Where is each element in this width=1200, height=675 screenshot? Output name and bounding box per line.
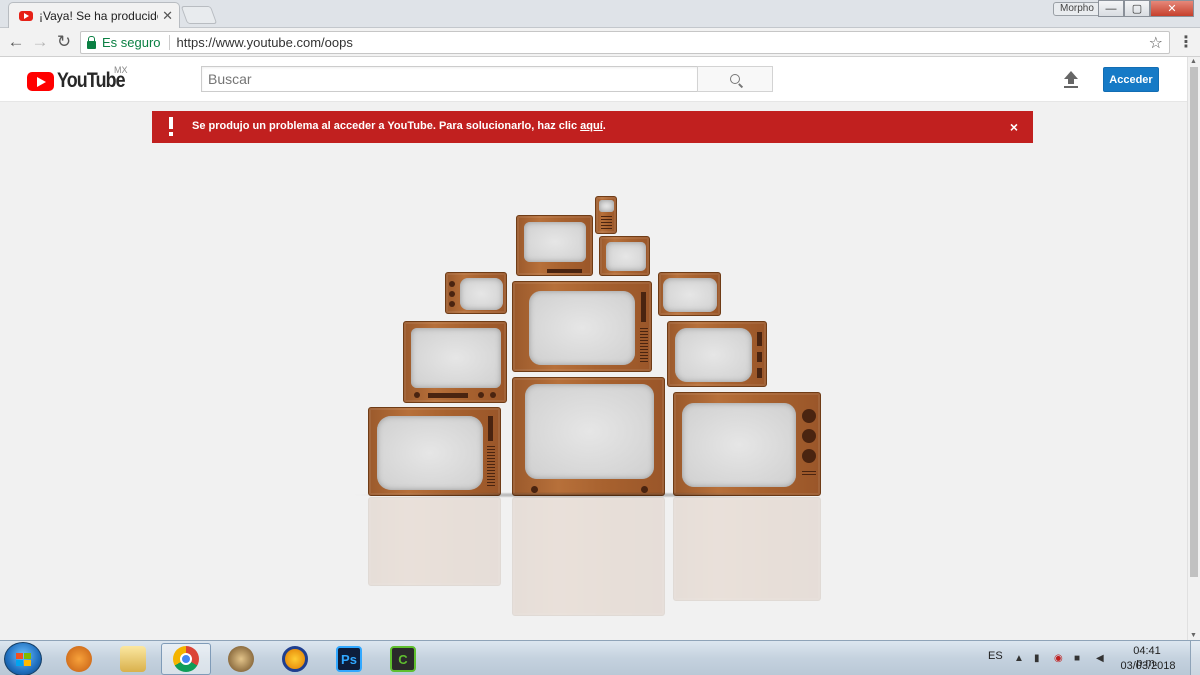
system-tray: ES ▲ ▮ ◉ ■ ◀ 04:41 p.m. 03/03/2018 <box>980 641 1200 675</box>
lock-icon <box>87 35 96 49</box>
tab-title: ¡Vaya! Se ha producido un error <box>39 8 158 23</box>
show-hidden-icons-icon[interactable]: ▲ <box>1014 653 1026 665</box>
page-scrollbar[interactable]: ▲ ▼ <box>1187 57 1200 640</box>
tv-set <box>403 321 507 403</box>
url-text[interactable]: https://www.youtube.com/oops <box>177 35 353 50</box>
tv-set <box>512 377 665 496</box>
file-explorer-icon <box>120 646 146 672</box>
volume-icon[interactable]: ◀ <box>1096 653 1108 665</box>
bookmark-star-icon[interactable]: ☆ <box>1149 33 1163 53</box>
scroll-up-icon[interactable]: ▲ <box>1190 58 1197 65</box>
new-tab-button[interactable] <box>180 6 218 24</box>
chrome-icon <box>173 646 199 672</box>
browser-menu-icon[interactable]: ⋮ <box>1178 32 1194 52</box>
search-input[interactable] <box>201 66 698 92</box>
youtube-favicon-icon <box>19 10 33 21</box>
secure-label: Es seguro <box>102 35 170 50</box>
tv-set <box>658 272 721 316</box>
error-banner: Se produjo un problema al acceder a YouT… <box>152 111 1033 143</box>
youtube-logo[interactable]: YouTube MX <box>27 65 137 93</box>
address-bar[interactable]: Es seguro https://www.youtube.com/oops ☆ <box>80 31 1170 54</box>
taskbar-photoshop[interactable]: Ps <box>324 643 374 675</box>
headphones-app-icon <box>282 646 308 672</box>
tv-set <box>667 321 767 387</box>
back-icon[interactable]: ← <box>6 32 26 52</box>
tv-set <box>673 392 821 496</box>
tv-set <box>445 272 507 314</box>
clock-date[interactable]: 03/03/2018 <box>1120 660 1176 672</box>
windows-taskbar: Ps C ES ▲ ▮ ◉ ■ ◀ 04:41 p.m. 03/03/2018 <box>0 640 1200 675</box>
show-desktop-button[interactable] <box>1190 641 1200 675</box>
youtube-play-icon <box>27 71 54 91</box>
search-icon <box>730 74 740 84</box>
signin-button[interactable]: Acceder <box>1103 67 1159 92</box>
scroll-thumb[interactable] <box>1190 67 1198 577</box>
screen: ¡Vaya! Se ha producido un error ✕ Morpho… <box>0 0 1200 675</box>
upload-icon[interactable] <box>1063 71 1079 89</box>
taskbar-vlc[interactable] <box>54 643 104 675</box>
exclamation-icon <box>168 117 174 137</box>
tv-set <box>516 215 593 276</box>
browser-tab-strip: ¡Vaya! Se ha producido un error ✕ Morpho… <box>0 0 1200 28</box>
window-controls: — ▢ ✕ <box>1098 0 1194 17</box>
taskbar-audio-app[interactable] <box>270 643 320 675</box>
taskbar-file-explorer[interactable] <box>108 643 158 675</box>
reload-icon[interactable]: ↻ <box>54 32 74 52</box>
photoshop-icon: Ps <box>336 646 362 672</box>
start-button[interactable] <box>4 642 42 675</box>
vlc-icon <box>66 646 92 672</box>
profile-button[interactable]: Morpho <box>1053 2 1101 16</box>
antivirus-icon[interactable]: ◉ <box>1054 653 1066 665</box>
banner-close-icon[interactable]: × <box>1010 119 1018 135</box>
tv-set <box>512 281 652 372</box>
browser-tab[interactable]: ¡Vaya! Se ha producido un error ✕ <box>8 2 180 28</box>
taskbar-camtasia[interactable]: C <box>378 643 428 675</box>
tv-set <box>595 196 617 234</box>
scroll-down-icon[interactable]: ▼ <box>1190 632 1197 639</box>
language-indicator[interactable]: ES <box>988 650 1003 662</box>
fix-link[interactable]: aquí <box>580 120 603 132</box>
country-code: MX <box>114 65 128 75</box>
tab-close-icon[interactable]: ✕ <box>162 8 173 24</box>
error-message: Se produjo un problema al acceder a YouT… <box>192 120 606 132</box>
minimize-button[interactable]: — <box>1098 0 1124 17</box>
windows-logo-icon <box>16 653 32 667</box>
restore-button[interactable]: ▢ <box>1124 0 1150 17</box>
tv-stack-illustration <box>340 190 840 616</box>
media-player-icon <box>228 646 254 672</box>
tv-reflection <box>340 495 840 616</box>
close-window-button[interactable]: ✕ <box>1150 0 1194 17</box>
taskbar-chrome[interactable] <box>161 643 211 675</box>
tv-set <box>599 236 650 276</box>
taskbar-media-player[interactable] <box>216 643 266 675</box>
device-icon[interactable]: ■ <box>1074 653 1086 665</box>
camtasia-icon: C <box>390 646 416 672</box>
network-icon[interactable]: ▮ <box>1034 653 1046 665</box>
tv-set <box>368 407 501 496</box>
forward-icon[interactable]: → <box>30 32 50 52</box>
youtube-header: YouTube MX Acceder <box>0 57 1187 102</box>
browser-toolbar: ← → ↻ Es seguro https://www.youtube.com/… <box>0 28 1200 57</box>
search-button[interactable] <box>697 66 773 92</box>
